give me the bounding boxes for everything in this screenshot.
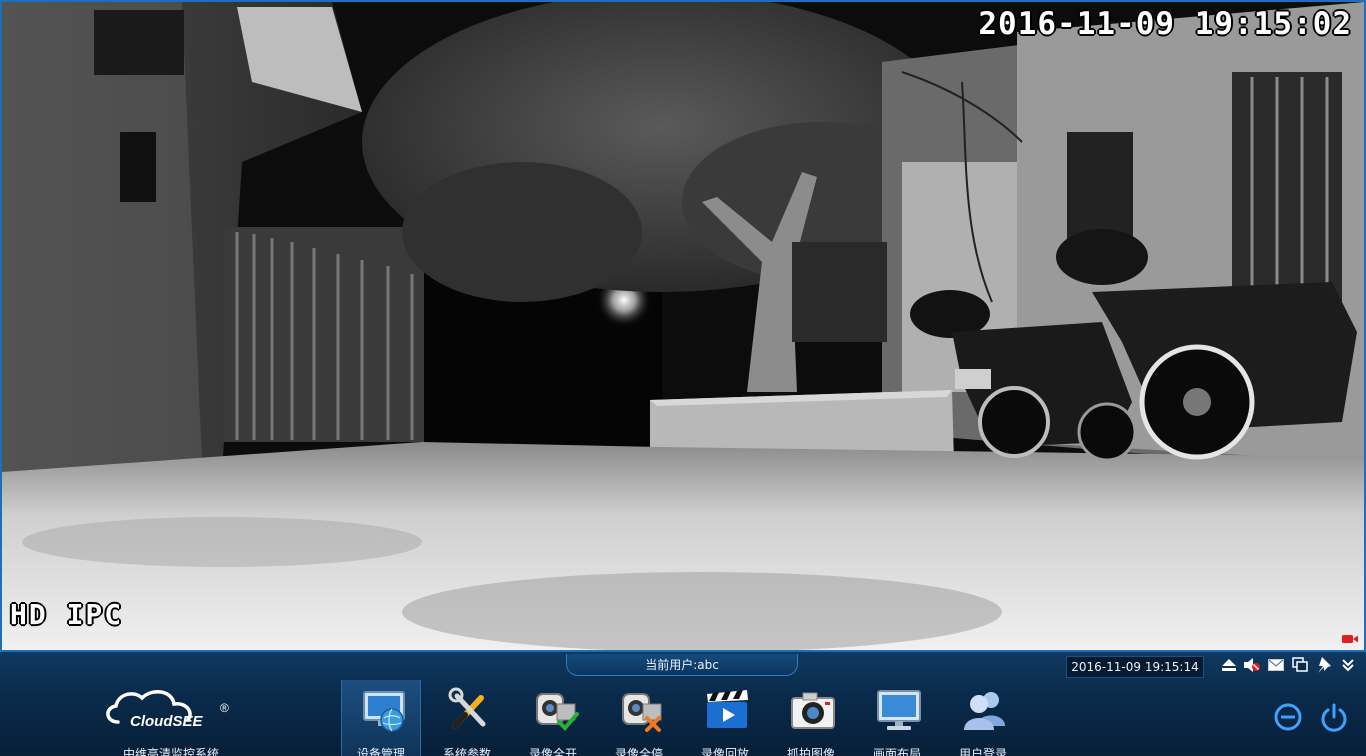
current-user-tab: 当前用户:abc bbox=[566, 654, 798, 676]
record-all-start-button[interactable]: 录像全开 bbox=[513, 680, 593, 756]
cloudsee-logo: CloudSEE ® bbox=[106, 690, 229, 730]
device-management-label: 设备管理 bbox=[356, 747, 405, 756]
collapse-icon[interactable] bbox=[1339, 656, 1357, 674]
monitor-globe-icon bbox=[363, 691, 405, 732]
logo-registered-mark: ® bbox=[220, 701, 229, 715]
camera-check-icon bbox=[536, 693, 579, 731]
osd-timestamp: 2016-11-09 19:15:02 bbox=[978, 6, 1352, 42]
playback-button[interactable]: 录像回放 bbox=[685, 680, 765, 756]
user-login-button[interactable]: 用户登录 bbox=[943, 680, 1023, 756]
video-preview[interactable]: 2016-11-09 19:15:02 HD IPC bbox=[0, 0, 1366, 652]
tools-icon bbox=[448, 687, 486, 729]
display-icon bbox=[877, 690, 921, 730]
multi-window-icon[interactable] bbox=[1291, 656, 1309, 674]
minimize-icon[interactable] bbox=[1273, 702, 1303, 732]
app-window: 2016-11-09 19:15:02 HD IPC 当前用户:abc 2016… bbox=[0, 0, 1366, 756]
user-login-label: 用户登录 bbox=[958, 747, 1007, 756]
photo-camera-icon bbox=[791, 692, 835, 729]
power-icon[interactable] bbox=[1319, 702, 1349, 732]
osd-camera-label: HD IPC bbox=[10, 598, 124, 631]
app-name: 中维高清监控系统 bbox=[122, 747, 219, 756]
eject-icon[interactable] bbox=[1220, 656, 1238, 674]
record-all-start-label: 录像全开 bbox=[528, 747, 577, 756]
device-management-button[interactable]: 设备管理 bbox=[341, 680, 421, 756]
logo-text: CloudSEE bbox=[130, 713, 203, 730]
snapshot-label: 抓拍图像 bbox=[786, 747, 835, 756]
record-all-stop-label: 录像全停 bbox=[614, 747, 663, 756]
mail-icon[interactable] bbox=[1267, 656, 1285, 674]
record-all-stop-button[interactable]: 录像全停 bbox=[599, 680, 679, 756]
camera-stop-icon bbox=[622, 693, 662, 732]
mute-icon[interactable] bbox=[1243, 656, 1261, 674]
users-icon bbox=[964, 692, 1005, 730]
system-clock: 2016-11-09 19:15:14 bbox=[1066, 656, 1204, 678]
camera-scene bbox=[2, 2, 1364, 650]
recording-camera-icon bbox=[1342, 635, 1358, 643]
pin-icon[interactable] bbox=[1315, 656, 1333, 674]
system-params-button[interactable]: 系统参数 bbox=[427, 680, 507, 756]
screen-layout-label: 画面布局 bbox=[872, 747, 921, 756]
control-bar: 当前用户:abc 2016-11-09 19:15:14 CloudSEE ® … bbox=[0, 652, 1366, 756]
playback-label: 录像回放 bbox=[700, 747, 749, 756]
screen-layout-button[interactable]: 画面布局 bbox=[857, 680, 937, 756]
system-params-label: 系统参数 bbox=[442, 747, 491, 756]
clapper-play-icon bbox=[707, 690, 748, 728]
snapshot-button[interactable]: 抓拍图像 bbox=[771, 680, 851, 756]
current-user-text: 当前用户:abc bbox=[645, 658, 719, 672]
